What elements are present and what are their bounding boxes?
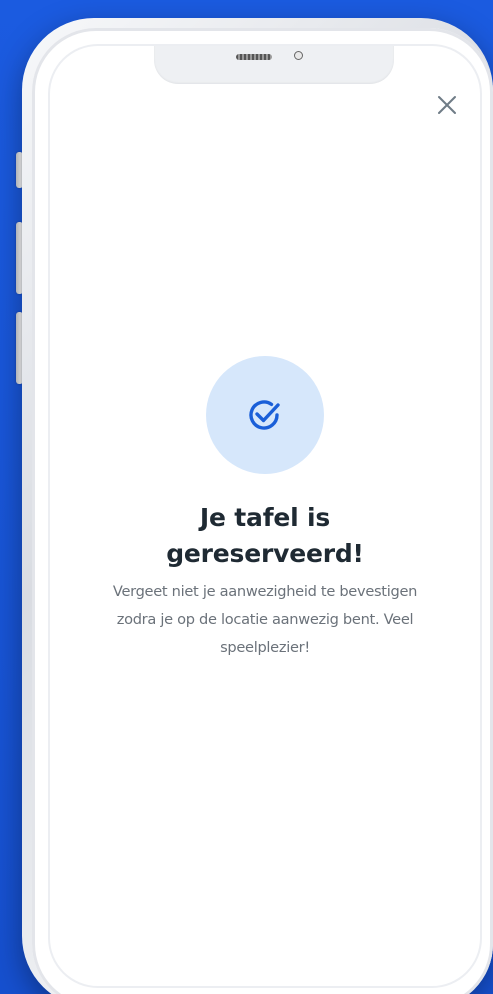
phone-notch	[154, 46, 394, 84]
reservation-confirmation-screen: Je tafel is gereserveerd! Vergeet niet j…	[50, 46, 480, 986]
confirmation-message: Vergeet niet je aanwezigheid te bevestig…	[112, 583, 418, 656]
app-background: Je tafel is gereserveerd! Vergeet niet j…	[0, 0, 493, 994]
phone-frame: Je tafel is gereserveerd! Vergeet niet j…	[22, 18, 493, 994]
success-badge	[206, 356, 324, 474]
front-camera	[294, 51, 303, 60]
close-button[interactable]	[432, 90, 462, 120]
confirmation-title: Je tafel is gereserveerd!	[166, 503, 364, 568]
check-circle-icon	[249, 400, 280, 430]
confirmation-content: Je tafel is gereserveerd! Vergeet niet j…	[50, 356, 480, 662]
speaker-grille	[236, 54, 272, 60]
close-icon	[438, 96, 456, 114]
phone-bezel: Je tafel is gereserveerd! Vergeet niet j…	[32, 28, 493, 994]
